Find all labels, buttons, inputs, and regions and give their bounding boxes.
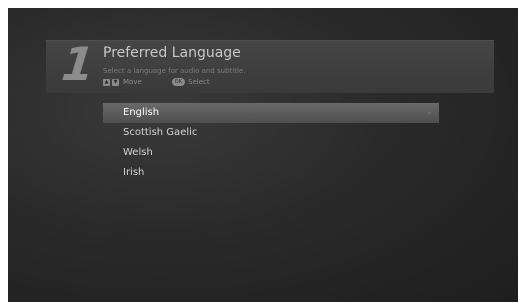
tv-screen: 1 Preferred Language Select a language f… xyxy=(8,8,518,302)
move-hint-label: Move xyxy=(123,78,142,86)
ok-key-icon: OK xyxy=(171,78,185,86)
up-arrow-key-icon: ▲ xyxy=(103,78,110,86)
language-item-english[interactable]: English › xyxy=(103,103,439,123)
language-item-irish[interactable]: Irish xyxy=(103,163,439,183)
down-arrow-key-icon: ▼ xyxy=(112,78,119,86)
key-hints: ▲ ▼ Move OK Select xyxy=(103,78,210,86)
language-item-label: Scottish Gaelic xyxy=(123,127,198,138)
language-item-label: Welsh xyxy=(123,147,153,158)
step-number: 1 xyxy=(59,37,95,91)
language-item-scottish-gaelic[interactable]: Scottish Gaelic xyxy=(103,123,439,143)
language-item-welsh[interactable]: Welsh xyxy=(103,143,439,163)
language-list: English › Scottish Gaelic Welsh Irish xyxy=(103,103,439,183)
language-item-label: Irish xyxy=(123,167,145,178)
chevron-right-icon: › xyxy=(427,108,431,117)
page-title: Preferred Language xyxy=(103,45,241,61)
page-subtitle: Select a language for audio and subtitle… xyxy=(103,67,246,75)
language-item-label: English xyxy=(123,107,160,118)
setup-header: 1 Preferred Language Select a language f… xyxy=(46,37,494,93)
select-hint-label: Select xyxy=(188,78,210,86)
